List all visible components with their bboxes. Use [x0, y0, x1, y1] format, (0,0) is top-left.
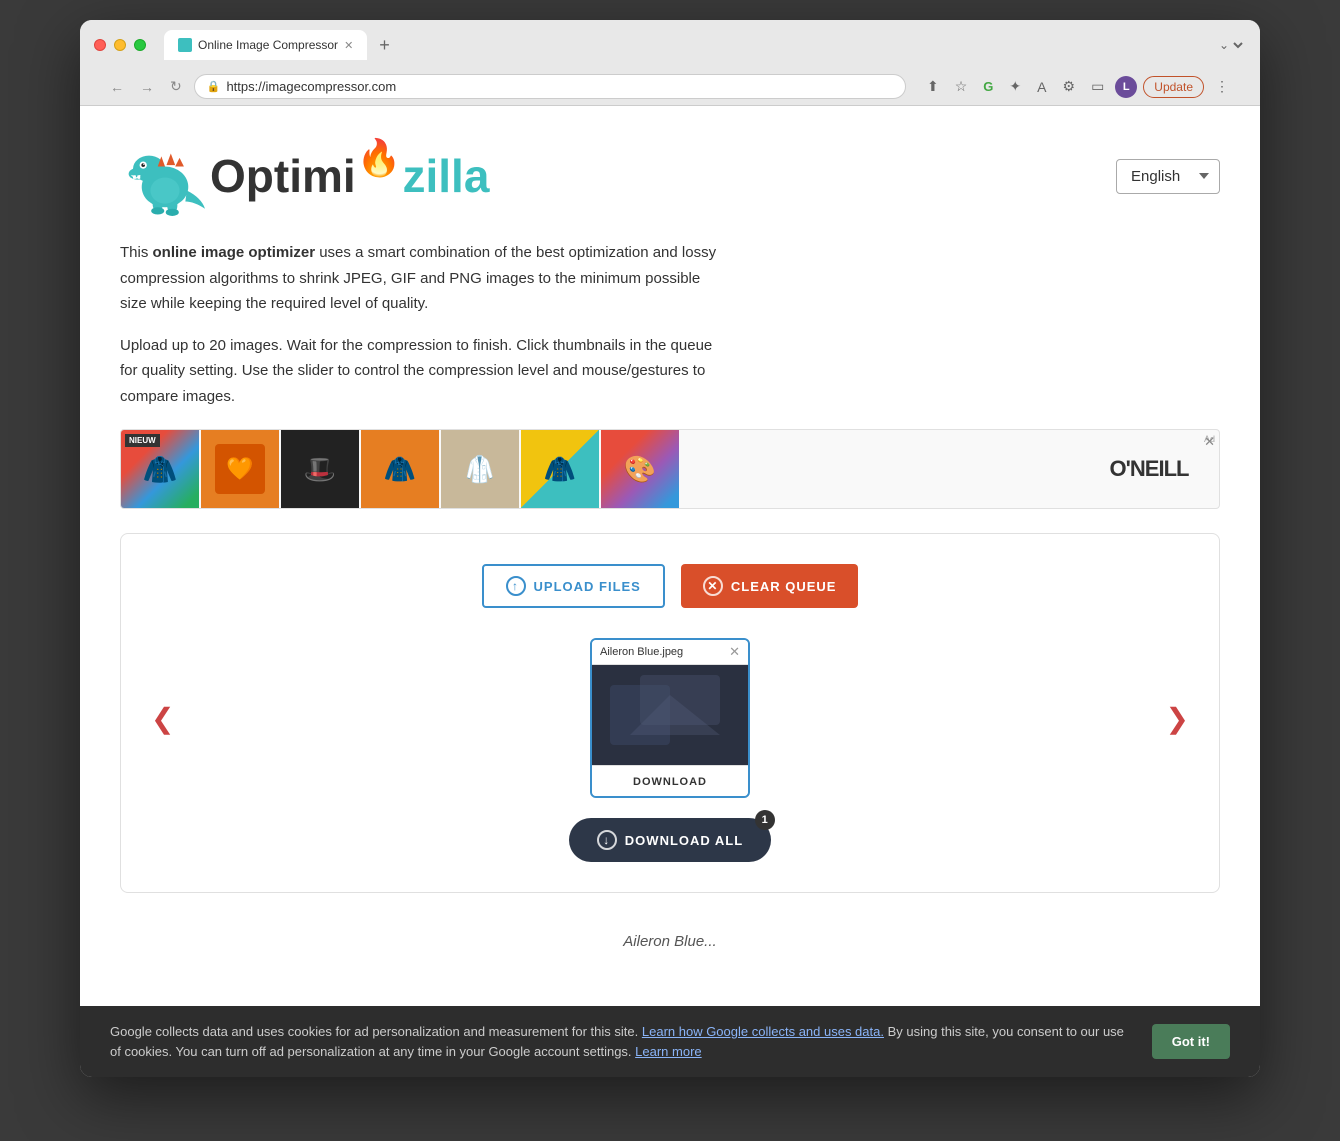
- queue-item-filename: Aileron Blue.jpeg: [600, 646, 683, 658]
- translate-icon[interactable]: A: [1032, 76, 1051, 98]
- address-bar[interactable]: 🔒 https://imagecompressor.com: [194, 74, 906, 99]
- logo-text: Optimi 🔥 zilla: [210, 153, 489, 199]
- logo-dino-icon: [120, 136, 210, 216]
- close-window-button[interactable]: [94, 39, 106, 51]
- queue-next-button[interactable]: ❯: [1156, 692, 1199, 745]
- upload-box: ↑ UPLOAD FILES ✕ CLEAR QUEUE ❮: [120, 533, 1220, 893]
- cookie-main-text: Google collects data and uses cookies fo…: [110, 1024, 638, 1039]
- ad-close-icon[interactable]: ✕: [1204, 434, 1215, 450]
- upload-files-button[interactable]: ↑ UPLOAD FILES: [482, 564, 665, 608]
- logo-optimi-text: Optimi: [210, 153, 356, 199]
- nieuw-badge: NIEUW: [125, 434, 160, 447]
- split-view-icon[interactable]: ▭: [1086, 75, 1109, 98]
- download-all-button[interactable]: ↓ DOWNLOAD ALL 1: [569, 818, 771, 862]
- ad-product-2-inner: 🧡: [215, 444, 265, 494]
- ad-product-6[interactable]: 🧥: [521, 430, 599, 508]
- tab-close-icon[interactable]: ✕: [344, 39, 353, 52]
- browser-window: Online Image Compressor ✕ + ⌄ ← → ↻ 🔒 ht…: [80, 20, 1260, 1077]
- download-all-row: ↓ DOWNLOAD ALL 1: [141, 818, 1199, 862]
- fire-icon: 🔥: [357, 140, 402, 176]
- clear-queue-label: CLEAR QUEUE: [731, 579, 837, 594]
- ad-product-2[interactable]: 🧡: [201, 430, 279, 508]
- ad-product-5[interactable]: 🥼: [441, 430, 519, 508]
- active-tab[interactable]: Online Image Compressor ✕: [164, 30, 367, 60]
- ad-product-3[interactable]: 🎩: [281, 430, 359, 508]
- chevron-left-icon: ❮: [151, 703, 174, 734]
- queue-item-close-icon[interactable]: ✕: [729, 644, 740, 660]
- download-circle-icon: ↓: [597, 830, 617, 850]
- chevron-right-icon: ❯: [1166, 703, 1189, 734]
- language-select[interactable]: English Español Français Deutsch 中文: [1116, 159, 1220, 194]
- description-paragraph: This online image optimizer uses a smart…: [120, 240, 720, 317]
- page-content: Optimi 🔥 zilla English Español Français …: [80, 106, 1260, 1006]
- tab-title: Online Image Compressor: [198, 38, 338, 52]
- cookie-banner: Google collects data and uses cookies fo…: [80, 1006, 1260, 1077]
- upload-instructions: Upload up to 20 images. Wait for the com…: [120, 333, 720, 410]
- got-it-button[interactable]: Got it!: [1152, 1024, 1230, 1059]
- profile-icon[interactable]: L: [1115, 76, 1137, 98]
- button-row: ↑ UPLOAD FILES ✕ CLEAR QUEUE: [141, 564, 1199, 608]
- ad-product-7[interactable]: 🎨: [601, 430, 679, 508]
- maximize-window-button[interactable]: [134, 39, 146, 51]
- queue-area: ❮ Aileron Blue.jpeg ✕: [141, 638, 1199, 798]
- partial-next-title: Aileron Blue...: [120, 923, 1220, 960]
- queue-item[interactable]: Aileron Blue.jpeg ✕ -46%: [590, 638, 750, 798]
- cookie-learn-more-link[interactable]: Learn more: [635, 1044, 701, 1059]
- ad-brand-area[interactable]: O'NEILL: [1079, 446, 1219, 492]
- queue-item-preview: -46%: [592, 665, 748, 765]
- new-tab-button[interactable]: +: [371, 31, 398, 60]
- cookie-text: Google collects data and uses cookies fo…: [110, 1022, 1136, 1061]
- download-count-badge: 1: [755, 810, 775, 830]
- browser-titlebar: Online Image Compressor ✕ + ⌄ ← → ↻ 🔒 ht…: [80, 20, 1260, 106]
- upload-circle-arrow-icon: ↑: [506, 576, 526, 596]
- header-row: Optimi 🔥 zilla English Español Français …: [120, 136, 1220, 216]
- clear-x-circle-icon: ✕: [703, 576, 723, 596]
- cookie-learn-link[interactable]: Learn how Google collects and uses data.: [642, 1024, 884, 1039]
- puzzle-icon[interactable]: ⚙: [1058, 75, 1081, 98]
- lock-icon: 🔒: [207, 80, 221, 93]
- minimize-window-button[interactable]: [114, 39, 126, 51]
- tab-favicon-icon: [178, 38, 192, 52]
- ad-brand-text: O'NEILL: [1110, 456, 1189, 482]
- browser-actions: ⬆ ☆ G ✦ A ⚙ ▭ L Update ⋮: [922, 75, 1234, 98]
- desc-prefix: This: [120, 244, 153, 261]
- queue-item-download-button[interactable]: DOWNLOAD: [633, 776, 707, 788]
- url-text: https://imagecompressor.com: [226, 79, 396, 94]
- ad-banner: NIEUW 🧥 🧡 🎩 🧥: [120, 429, 1220, 509]
- queue-item-header: Aileron Blue.jpeg ✕: [592, 640, 748, 665]
- window-size-select[interactable]: ⌄: [1215, 37, 1246, 53]
- grammarly-icon[interactable]: G: [978, 76, 998, 97]
- queue-items: Aileron Blue.jpeg ✕ -46%: [194, 638, 1145, 798]
- logo-zilla-text: zilla: [403, 153, 490, 199]
- forward-button[interactable]: →: [136, 77, 158, 97]
- queue-prev-button[interactable]: ❮: [141, 692, 184, 745]
- update-button[interactable]: Update: [1143, 76, 1204, 98]
- menu-button[interactable]: ⋮: [1210, 75, 1234, 98]
- logo-area: Optimi 🔥 zilla: [120, 136, 489, 216]
- desc-bold: online image optimizer: [153, 244, 316, 261]
- ad-products: NIEUW 🧥 🧡 🎩 🧥: [121, 430, 1079, 508]
- download-all-label: DOWNLOAD ALL: [625, 833, 743, 848]
- address-bar-row: ← → ↻ 🔒 https://imagecompressor.com ⬆ ☆ …: [94, 68, 1246, 105]
- ad-product-1[interactable]: NIEUW 🧥: [121, 430, 199, 508]
- queue-item-footer: DOWNLOAD: [592, 765, 748, 796]
- bookmark-icon[interactable]: ☆: [950, 75, 973, 98]
- upload-files-label: UPLOAD FILES: [534, 579, 641, 594]
- clear-queue-button[interactable]: ✕ CLEAR QUEUE: [681, 564, 859, 608]
- share-icon[interactable]: ⬆: [922, 75, 944, 98]
- sparkle-icon[interactable]: ✦: [1004, 75, 1026, 98]
- partial-filename: Aileron Blue...: [623, 933, 716, 950]
- ad-product-4[interactable]: 🧥: [361, 430, 439, 508]
- back-button[interactable]: ←: [106, 77, 128, 97]
- reload-button[interactable]: ↻: [166, 76, 186, 97]
